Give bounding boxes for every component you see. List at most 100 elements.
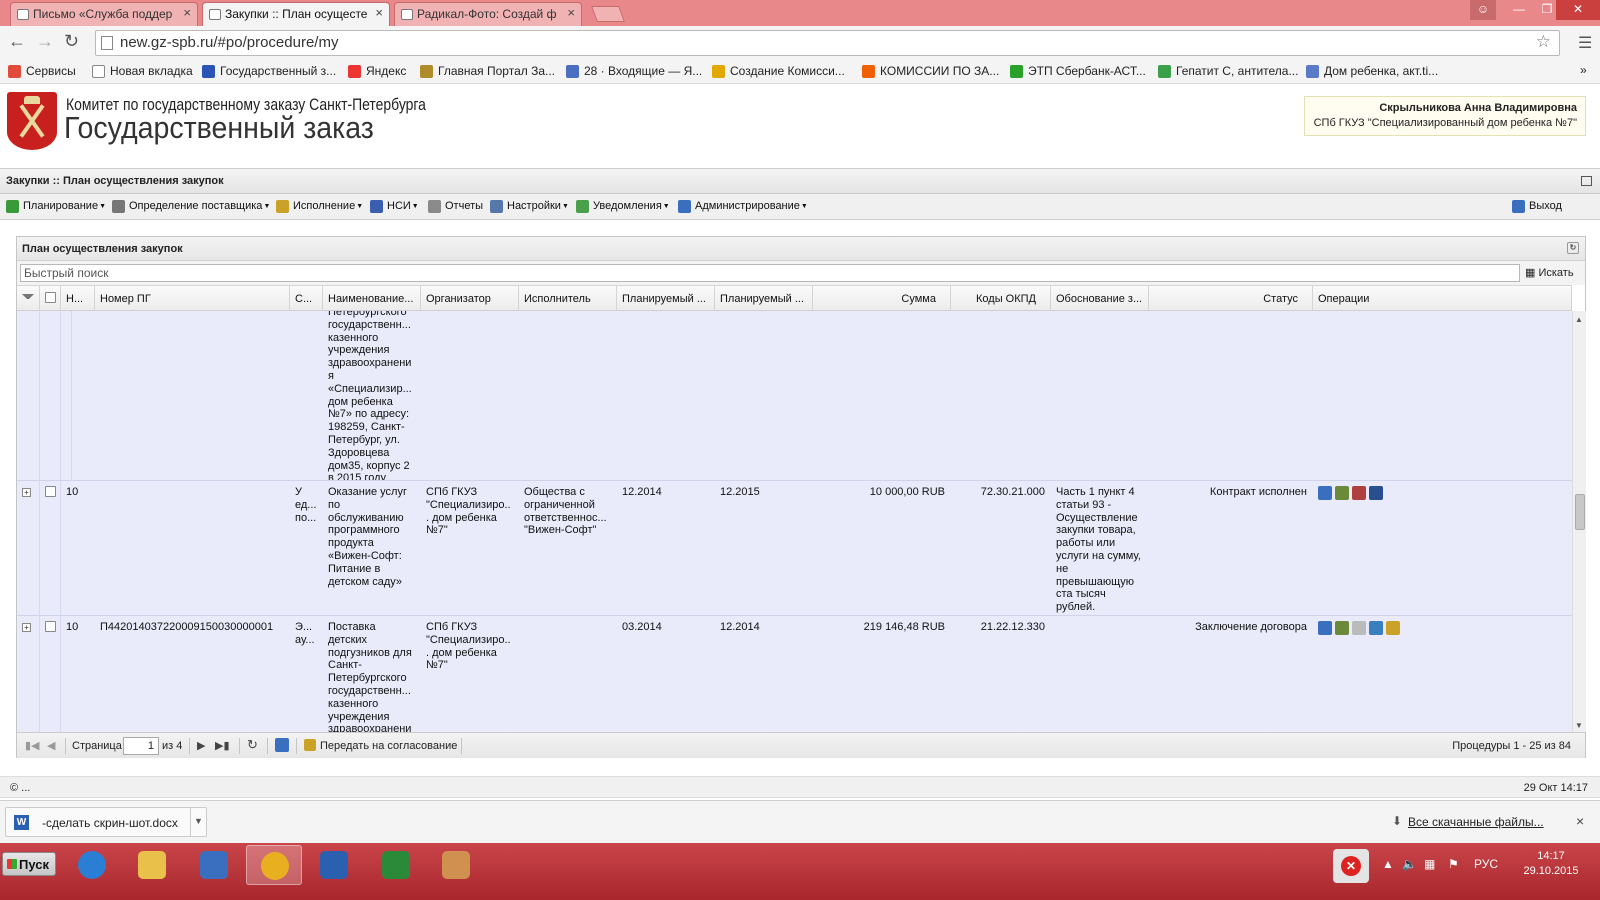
window-close-icon[interactable]: ✕: [1556, 0, 1600, 20]
browser-tab-mail[interactable]: Письмо «Служба поддер ×: [10, 2, 198, 26]
menu-item[interactable]: Администрирование▼: [678, 200, 808, 213]
taskbar-app-explorer[interactable]: [124, 845, 180, 885]
bookmark-item[interactable]: ЭТП Сбербанк-АСТ...: [1010, 64, 1146, 78]
close-icon[interactable]: ×: [1576, 813, 1584, 829]
save-icon[interactable]: [275, 738, 289, 752]
scroll-thumb[interactable]: [1575, 494, 1585, 530]
panel-refresh-icon[interactable]: ↻: [1567, 242, 1579, 254]
start-button[interactable]: Пуск: [2, 852, 56, 876]
bookmark-star-icon[interactable]: ☆: [1536, 32, 1551, 52]
new-tab-button[interactable]: [591, 6, 625, 22]
col-organizer[interactable]: Организатор: [421, 286, 519, 311]
filter-column[interactable]: [17, 286, 40, 311]
page-number-input[interactable]: 1: [123, 737, 159, 755]
security-alert-icon[interactable]: ✕: [1333, 849, 1369, 883]
grid-scrollbar[interactable]: ▲ ▼: [1572, 311, 1586, 732]
col-s[interactable]: С...: [290, 286, 323, 311]
bookmark-item[interactable]: Главная Портал За...: [420, 64, 555, 78]
search-button[interactable]: ▦ Искать: [1525, 266, 1574, 279]
browser-tab-procurement[interactable]: Закупки :: План осущесте ×: [202, 2, 390, 26]
browser-menu-icon[interactable]: ☰: [1578, 33, 1592, 53]
row-checkbox[interactable]: [45, 621, 56, 632]
first-page-icon[interactable]: ▮◀: [25, 739, 40, 752]
bookmark-item[interactable]: Новая вкладка: [92, 64, 193, 78]
send-for-approval-button[interactable]: Передать на согласование: [320, 740, 457, 752]
bookmark-item[interactable]: КОМИССИИ ПО ЗА...: [862, 64, 999, 78]
taskbar-app-chrome[interactable]: [246, 845, 302, 885]
browser-tab-radikal[interactable]: Радикал-Фото: Создай ф ×: [394, 2, 582, 26]
operation-icon[interactable]: [1318, 621, 1332, 635]
back-arrow-icon[interactable]: ←: [8, 31, 26, 52]
user-profile-icon[interactable]: ☺: [1470, 0, 1496, 20]
col-sum[interactable]: Сумма: [813, 286, 951, 311]
chevron-down-icon[interactable]: ▼: [190, 808, 206, 836]
minimize-icon[interactable]: —: [1506, 0, 1532, 20]
menu-item[interactable]: Уведомления▼: [576, 200, 670, 213]
menu-item[interactable]: Определение поставщика▼: [112, 200, 270, 213]
operation-icon[interactable]: [1335, 486, 1349, 500]
operation-icon[interactable]: [1318, 486, 1332, 500]
last-page-icon[interactable]: ▶▮: [215, 739, 230, 752]
select-all-checkbox[interactable]: [44, 292, 56, 303]
col-status[interactable]: Статус: [1149, 286, 1313, 311]
col-executor[interactable]: Исполнитель: [519, 286, 617, 311]
taskbar-app-ie[interactable]: [64, 845, 120, 885]
col-plan1[interactable]: Планируемый ...: [617, 286, 715, 311]
menu-item[interactable]: Отчеты: [428, 200, 483, 213]
table-row[interactable]: + 10 П442014037220009150030000001 Э... а…: [17, 616, 1572, 732]
menu-item[interactable]: Настройки▼: [490, 200, 569, 213]
operation-icon[interactable]: [1352, 621, 1366, 635]
bookmark-item[interactable]: Создание Комисси...: [712, 64, 845, 78]
network-icon[interactable]: ▦: [1424, 857, 1435, 871]
col-plan2[interactable]: Планируемый ...: [715, 286, 813, 311]
bookmark-item[interactable]: Дом ребенка, акт.ti...: [1306, 64, 1438, 78]
system-clock[interactable]: 14:17 29.10.2015: [1516, 849, 1586, 879]
col-okpd[interactable]: Коды ОКПД: [951, 286, 1051, 311]
scroll-down-icon[interactable]: ▼: [1575, 721, 1583, 730]
expand-row-icon[interactable]: +: [22, 488, 31, 497]
forward-arrow-icon[interactable]: →: [36, 31, 54, 52]
all-downloads-link[interactable]: Все скачанные файлы...: [1408, 815, 1544, 829]
table-row[interactable]: Петербургского государственн... казенног…: [17, 311, 1572, 481]
bookmarks-more-icon[interactable]: »: [1580, 63, 1587, 77]
next-page-icon[interactable]: ▶: [197, 739, 205, 752]
operation-icon[interactable]: [1369, 621, 1383, 635]
bookmark-item[interactable]: Гепатит С, антитела...: [1158, 64, 1298, 78]
menu-item[interactable]: Планирование▼: [6, 200, 106, 213]
operation-icon[interactable]: [1352, 486, 1366, 500]
reload-icon[interactable]: ↻: [64, 31, 79, 52]
tray-arrow-icon[interactable]: ▲: [1382, 857, 1394, 871]
tab-close-icon[interactable]: ×: [567, 5, 575, 20]
url-input[interactable]: new.gz-spb.ru/#po/procedure/my ☆: [95, 30, 1560, 56]
scroll-up-icon[interactable]: ▲: [1575, 315, 1583, 324]
row-checkbox[interactable]: [45, 486, 56, 497]
table-row[interactable]: + 10 У ед... по... Оказание услуг по обс…: [17, 481, 1572, 616]
refresh-icon[interactable]: ↻: [247, 737, 258, 753]
menu-item[interactable]: Исполнение▼: [276, 200, 363, 213]
prev-page-icon[interactable]: ◀: [47, 739, 55, 752]
download-item[interactable]: W -сделать скрин-шот.docx ▼: [5, 807, 207, 837]
bookmark-item[interactable]: 28 · Входящие — Я...: [566, 64, 702, 78]
select-all-column[interactable]: [40, 286, 61, 311]
operation-icon[interactable]: [1386, 621, 1400, 635]
taskbar-app-app3[interactable]: [186, 845, 242, 885]
flag-icon[interactable]: ⚑: [1448, 857, 1459, 871]
tab-close-icon[interactable]: ×: [375, 5, 383, 20]
bookmark-item[interactable]: Сервисы: [8, 64, 76, 78]
operation-icon[interactable]: [1369, 486, 1383, 500]
menu-item[interactable]: НСИ▼: [370, 200, 419, 213]
collapse-icon[interactable]: [1581, 176, 1592, 186]
col-number[interactable]: Номер ПГ: [95, 286, 290, 311]
bookmark-item[interactable]: Яндекс: [348, 64, 406, 78]
taskbar-app-word[interactable]: [306, 845, 362, 885]
taskbar-app-paint[interactable]: [428, 845, 484, 885]
col-ops[interactable]: Операции: [1313, 286, 1572, 311]
col-name[interactable]: Наименование...: [323, 286, 421, 311]
taskbar-app-excel[interactable]: [368, 845, 424, 885]
volume-icon[interactable]: 🔈: [1402, 857, 1417, 871]
exit-button[interactable]: Выход: [1512, 200, 1562, 213]
quick-search-input[interactable]: [20, 264, 1520, 282]
bookmark-item[interactable]: Государственный з...: [202, 64, 336, 78]
language-indicator[interactable]: РУС: [1474, 857, 1498, 871]
tab-close-icon[interactable]: ×: [183, 5, 191, 20]
